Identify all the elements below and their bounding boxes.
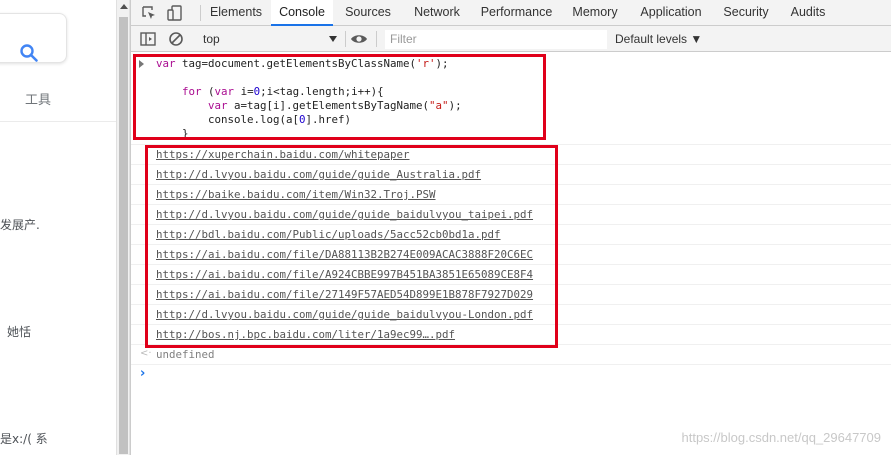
result-snippet: 是x:/( 系 <box>0 432 48 446</box>
console-toolbar: top Filter Default levels ▼ <box>131 26 891 52</box>
devtools-tabbar: Elements Console Sources Network Perform… <box>131 0 891 26</box>
page-scrollbar[interactable] <box>116 0 130 455</box>
tab-audits[interactable]: Audits <box>783 0 833 26</box>
tab-performance[interactable]: Performance <box>476 0 557 26</box>
clear-console-icon[interactable] <box>167 30 185 48</box>
tab-security[interactable]: Security <box>719 0 773 26</box>
live-expression-eye-icon[interactable] <box>350 30 368 48</box>
search-icon[interactable] <box>19 43 39 63</box>
context-selector-label: top <box>203 32 220 46</box>
tab-network[interactable]: Network <box>408 0 466 26</box>
scroll-up-arrow-icon[interactable] <box>120 4 128 9</box>
tab-application[interactable]: Application <box>634 0 708 26</box>
devtools-panel: Elements Console Sources Network Perform… <box>130 0 891 455</box>
return-value: undefined <box>156 348 215 361</box>
highlight-code-box <box>133 54 546 140</box>
watermark: https://blog.csdn.net/qq_29647709 <box>681 430 882 445</box>
prompt-chevron-icon: › <box>140 366 146 381</box>
tab-console[interactable]: Console <box>271 0 333 26</box>
tab-memory[interactable]: Memory <box>567 0 623 26</box>
result-snippet: 发展产. <box>0 218 40 232</box>
tab-sources[interactable]: Sources <box>339 0 397 26</box>
filter-input[interactable]: Filter <box>385 30 607 49</box>
dropdown-arrow-icon <box>329 36 337 42</box>
highlight-output-box <box>145 145 558 348</box>
inspect-element-icon[interactable] <box>140 4 158 22</box>
context-selector[interactable]: top <box>203 30 341 48</box>
console-output: var tag=document.getElementsByClassName(… <box>131 52 891 455</box>
tab-elements[interactable]: Elements <box>205 0 267 26</box>
divider <box>0 121 116 122</box>
search-box[interactable] <box>0 13 67 63</box>
log-levels-dropdown[interactable]: Default levels ▼ <box>615 30 702 48</box>
scrollbar-thumb[interactable] <box>119 17 128 454</box>
toolbar-separator <box>376 31 377 47</box>
tools-link[interactable]: 工具 <box>25 89 51 108</box>
return-arrow-icon: <· <box>140 348 152 359</box>
show-sidebar-icon[interactable] <box>139 30 157 48</box>
toolbar-separator <box>200 5 201 21</box>
device-toolbar-icon[interactable] <box>166 4 184 22</box>
console-prompt-row[interactable]: › <box>131 364 891 384</box>
result-snippet: 她恬 <box>7 325 32 339</box>
toolbar-separator <box>345 31 346 47</box>
page-content-area: 工具 发展产. 她恬 是x:/( 系 <box>0 0 116 455</box>
